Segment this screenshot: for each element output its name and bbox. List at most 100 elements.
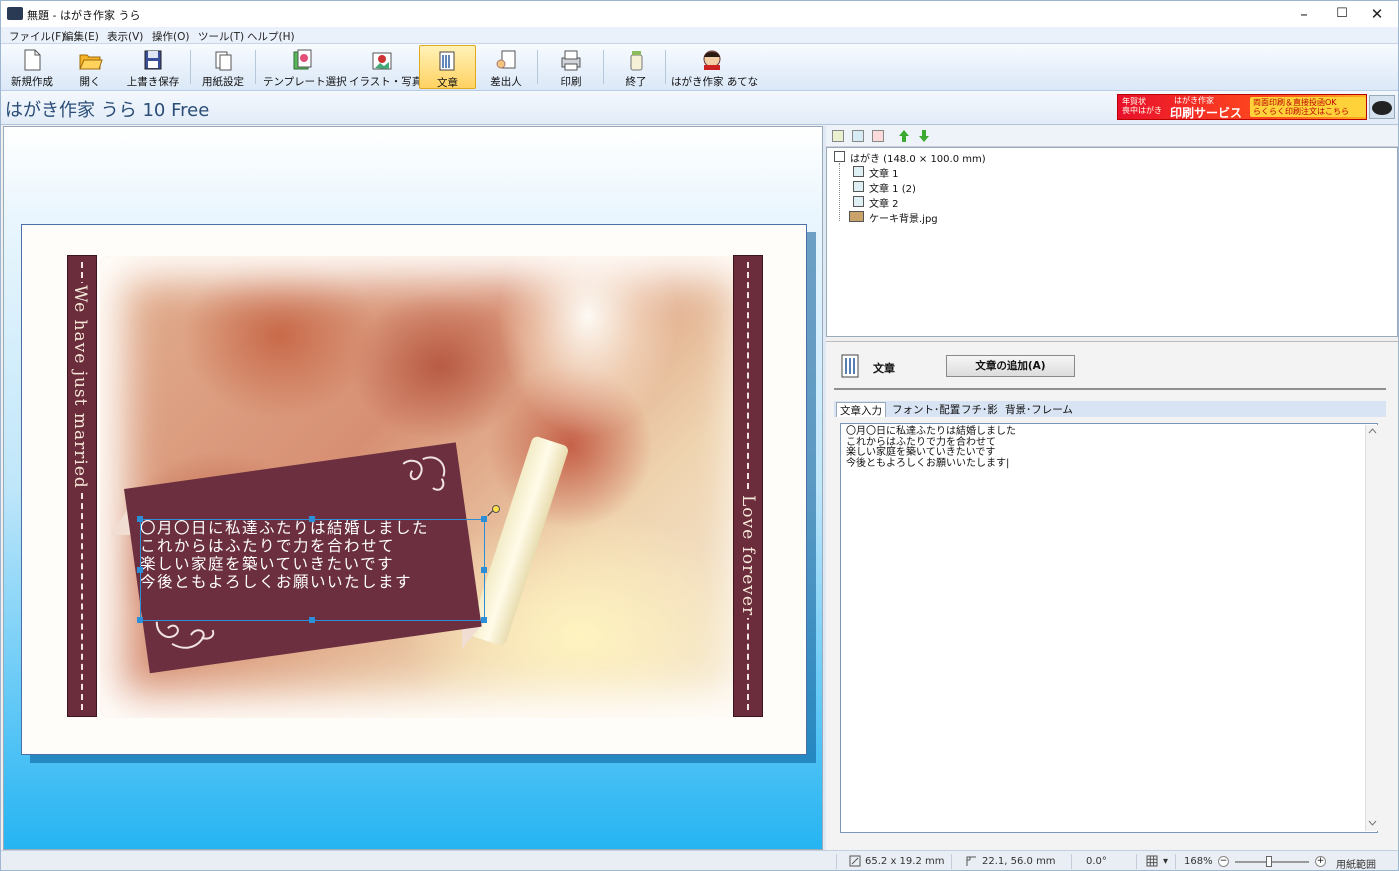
- tree-line: [839, 163, 840, 221]
- right-vertical-text[interactable]: Love forever: [738, 493, 758, 619]
- tree-item[interactable]: 文章 2: [869, 195, 899, 210]
- template-button[interactable]: テンプレート選択: [263, 45, 347, 89]
- window-title: 無題 - はがき作家 うら: [27, 9, 141, 22]
- right-stitched-ribbon: [733, 255, 763, 717]
- resize-handle[interactable]: [481, 617, 487, 623]
- save-icon: [144, 50, 162, 70]
- zoom-in-icon[interactable]: +: [1315, 856, 1326, 867]
- zoom-level: 168%: [1184, 856, 1213, 867]
- resize-handle[interactable]: [309, 617, 315, 623]
- zoom-slider-track[interactable]: [1235, 861, 1309, 863]
- fit-paper-button[interactable]: 用紙範囲: [1336, 856, 1376, 870]
- status-separator: [1175, 854, 1176, 869]
- toolbar-separator: [603, 50, 604, 84]
- text-icon: [439, 51, 454, 71]
- menu-edit[interactable]: 編集(E): [63, 29, 99, 44]
- resize-handle[interactable]: [309, 516, 315, 522]
- tree-item[interactable]: 文章 1 (2): [869, 180, 916, 195]
- property-panel: 文章 文章の追加(A) 文章入力 フォント･配置 フチ･影 背景･フレーム 〇月…: [826, 341, 1398, 850]
- illustration-button-label: イラスト・写真: [349, 76, 423, 88]
- toolbar-separator: [255, 50, 256, 84]
- zoom-slider-thumb[interactable]: [1266, 856, 1272, 867]
- banner-cta-bottom: らくらく印刷注文はこちら: [1253, 107, 1349, 116]
- panel-label: 文章: [873, 362, 895, 375]
- print-button-label: 印刷: [560, 76, 582, 88]
- text-input-content: 〇月〇日に私達ふたりは結婚しました これからはふたりで力を合わせて 楽しい家庭を…: [846, 426, 1016, 469]
- menu-help[interactable]: ヘルプ(H): [247, 29, 295, 44]
- rotate-handle[interactable]: [492, 505, 500, 513]
- selection-box[interactable]: [137, 516, 487, 623]
- paper-setup-button[interactable]: 用紙設定: [197, 45, 249, 89]
- app-header: はがき作家 うら 10 Free 年賀状 喪中はがき はがき作家 印刷サービス …: [1, 91, 1398, 125]
- close-button[interactable]: ✕: [1354, 1, 1398, 27]
- move-down-icon[interactable]: [918, 129, 930, 143]
- menu-operation[interactable]: 操作(O): [152, 29, 189, 44]
- text-item-icon: [853, 196, 864, 207]
- vertical-scrollbar[interactable]: [1365, 425, 1378, 831]
- grid-icon[interactable]: [1146, 855, 1158, 867]
- menu-view[interactable]: 表示(V): [107, 29, 143, 44]
- open-button-label: 開く: [79, 76, 101, 88]
- scroll-ornament-icon: [402, 456, 446, 491]
- size-icon: [849, 855, 861, 867]
- resize-handle[interactable]: [137, 617, 143, 623]
- delete-item-icon[interactable]: [872, 130, 884, 142]
- postcard[interactable]: We have just married Love forever 〇月〇日に私…: [21, 224, 807, 755]
- status-separator: [1136, 854, 1137, 869]
- app-icon: [7, 7, 23, 20]
- print-service-banner[interactable]: 年賀状 喪中はがき はがき作家 印刷サービス 両面印刷＆直接投函OK らくらく印…: [1117, 94, 1367, 120]
- exit-button[interactable]: 終了: [615, 45, 657, 89]
- zoom-out-icon[interactable]: −: [1218, 856, 1229, 867]
- atena-button[interactable]: はがき作家 あてな: [671, 45, 759, 89]
- left-vertical-text[interactable]: We have just married: [70, 283, 90, 491]
- tree-root[interactable]: はがき (148.0 × 100.0 mm): [850, 150, 986, 165]
- resize-handle[interactable]: [481, 516, 487, 522]
- text-input-area[interactable]: 〇月〇日に私達ふたりは結婚しました これからはふたりで力を合わせて 楽しい家庭を…: [840, 423, 1378, 833]
- save-button[interactable]: 上書き保存: [123, 45, 183, 89]
- new-button[interactable]: 新規作成: [7, 45, 57, 89]
- tab-background-frame[interactable]: 背景･フレーム: [1002, 402, 1076, 417]
- add-text-icon[interactable]: [852, 130, 864, 142]
- paper-setup-icon: [215, 51, 232, 71]
- paper-setup-button-label: 用紙設定: [202, 76, 244, 88]
- atena-button-label: はがき作家 あてな: [671, 76, 759, 88]
- scroll-up-icon[interactable]: [1368, 428, 1377, 434]
- tab-text-input[interactable]: 文章入力: [836, 402, 886, 417]
- new-button-label: 新規作成: [11, 76, 53, 88]
- resize-handle[interactable]: [137, 516, 143, 522]
- scroll-down-icon[interactable]: [1368, 820, 1377, 826]
- tab-font-layout[interactable]: フォント･配置: [889, 402, 963, 417]
- text-button[interactable]: 文章: [419, 45, 476, 89]
- resize-handle[interactable]: [481, 567, 487, 573]
- tree-item[interactable]: ケーキ背景.jpg: [869, 210, 938, 225]
- sender-button[interactable]: 差出人: [483, 45, 529, 89]
- menu-bar: ファイル(F) 編集(E) 表示(V) 操作(O) ツール(T) ヘルプ(H): [1, 27, 1398, 44]
- app-title: はがき作家 うら 10 Free: [5, 100, 210, 121]
- status-bar: 65.2 x 19.2 mm 22.1, 56.0 mm 0.0° ▾ 168%…: [1, 850, 1398, 870]
- print-button[interactable]: 印刷: [549, 45, 593, 89]
- status-separator: [1071, 854, 1072, 869]
- add-image-icon[interactable]: [832, 130, 844, 142]
- resize-handle[interactable]: [137, 567, 143, 573]
- new-file-icon: [24, 49, 41, 71]
- position-icon: [966, 856, 976, 866]
- tree-item[interactable]: 文章 1: [869, 165, 899, 180]
- canvas-area[interactable]: We have just married Love forever 〇月〇日に私…: [3, 126, 823, 850]
- illustration-icon: [372, 52, 392, 70]
- status-angle: 0.0°: [1086, 856, 1107, 867]
- move-up-icon[interactable]: [898, 129, 910, 143]
- atena-app-icon: [703, 50, 721, 70]
- status-separator: [951, 854, 952, 869]
- title-bar: 無題 - はがき作家 うら – ☐ ✕: [1, 1, 1398, 27]
- toolbar: 新規作成 開く 上書き保存 用紙設定 テンプレート選択 イラスト・写真 文章 差…: [1, 44, 1398, 91]
- open-button[interactable]: 開く: [67, 45, 113, 89]
- add-text-button[interactable]: 文章の追加(A): [946, 355, 1075, 377]
- grid-dropdown-icon[interactable]: ▾: [1163, 856, 1168, 867]
- menu-tools[interactable]: ツール(T): [198, 29, 244, 44]
- menu-file[interactable]: ファイル(F): [9, 29, 65, 44]
- illustration-button[interactable]: イラスト・写真: [349, 45, 423, 89]
- tab-border-shadow[interactable]: フチ･影: [958, 402, 1001, 417]
- postcard-node-icon: [834, 151, 845, 162]
- banner-main-text: 印刷サービス: [1170, 106, 1243, 120]
- panel-divider: [834, 388, 1386, 390]
